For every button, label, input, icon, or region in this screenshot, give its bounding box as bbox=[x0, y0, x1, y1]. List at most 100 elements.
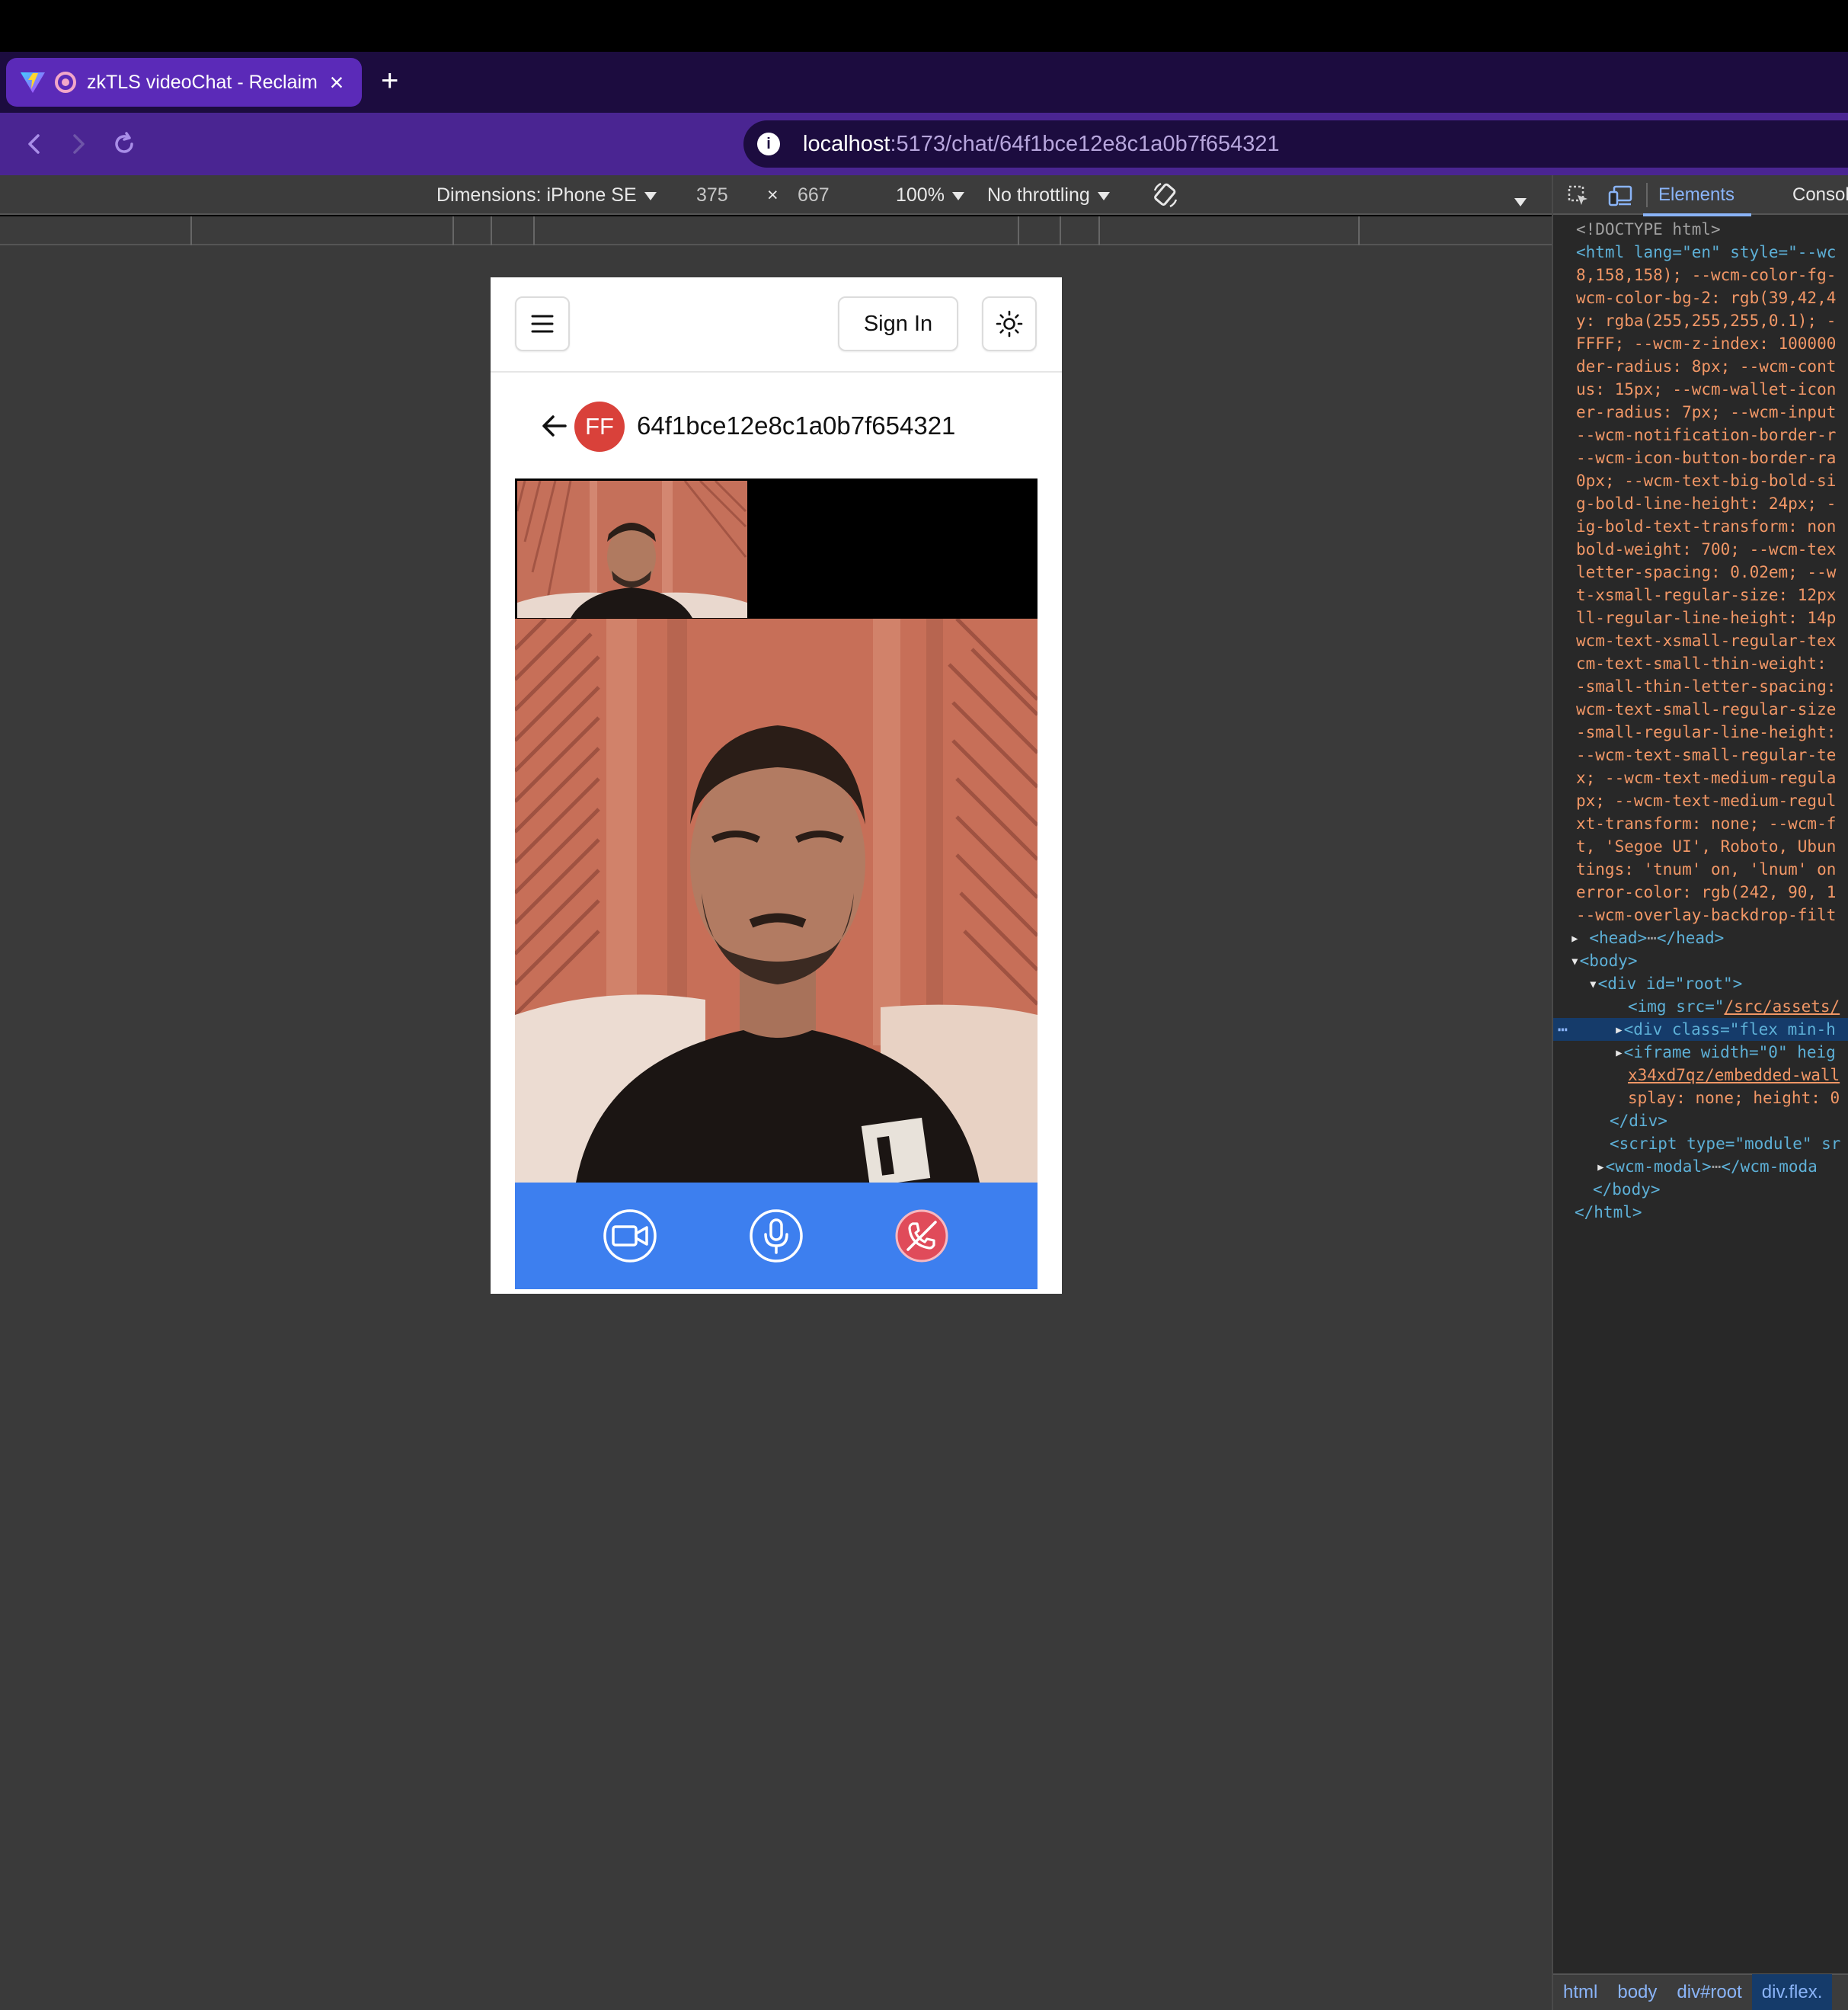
tab-strip: zkTLS videoChat - Reclaim × + bbox=[0, 52, 1848, 113]
dom-line[interactable]: --wcm-icon-button-border-ra bbox=[1553, 446, 1848, 469]
dom-line[interactable]: wcm-text-small-regular-size bbox=[1553, 698, 1848, 721]
back-icon[interactable] bbox=[17, 126, 52, 162]
address-bar[interactable]: i localhost:5173/chat/64f1bce12e8c1a0b7f… bbox=[743, 120, 1848, 168]
device-width-input[interactable]: 375 bbox=[696, 184, 728, 206]
new-tab-button[interactable]: + bbox=[381, 66, 398, 96]
dom-node-iframe[interactable]: ▸<iframe width="0" heig bbox=[1553, 1041, 1848, 1064]
dom-tag-div-flex: <div class="flex min-h bbox=[1623, 1020, 1836, 1039]
dom-node-script[interactable]: <script type="module" sr bbox=[1553, 1132, 1848, 1155]
reload-icon[interactable] bbox=[107, 126, 142, 162]
mobile-app-viewport: Sign In FF 64f1bce12e8c1a0b7f654321 bbox=[491, 277, 1062, 1294]
tab-elements[interactable]: Elements bbox=[1642, 184, 1752, 216]
menu-button[interactable] bbox=[515, 296, 570, 351]
rotate-icon[interactable] bbox=[1150, 180, 1181, 216]
device-toggle-icon[interactable] bbox=[1608, 184, 1632, 213]
dom-line[interactable]: g-bold-line-height: 24px; - bbox=[1553, 492, 1848, 515]
back-arrow-icon[interactable] bbox=[541, 413, 568, 443]
dom-line[interactable]: tings: 'tnum' on, 'lnum' on bbox=[1553, 858, 1848, 881]
more-icon[interactable]: ⋯ bbox=[1558, 1018, 1568, 1041]
dom-line[interactable]: 8,158,158); --wcm-color-fg- bbox=[1553, 264, 1848, 286]
dom-line[interactable]: wcm-text-xsmall-regular-tex bbox=[1553, 629, 1848, 652]
dom-iframe-src-link[interactable]: x34xd7qz/embedded-wall bbox=[1628, 1066, 1840, 1084]
forward-icon[interactable] bbox=[61, 126, 96, 162]
dom-html-close[interactable]: </html> bbox=[1553, 1201, 1848, 1224]
breadcrumb-html[interactable]: html bbox=[1553, 1982, 1607, 2003]
dom-tag-script: <script type="module" sr bbox=[1610, 1135, 1841, 1153]
dom-line[interactable]: bold-weight: 700; --wcm-tex bbox=[1553, 538, 1848, 561]
dom-line[interactable]: us: 15px; --wcm-wallet-icon bbox=[1553, 378, 1848, 401]
dom-line[interactable]: px; --wcm-text-medium-regul bbox=[1553, 789, 1848, 812]
dom-line[interactable]: xt-transform: none; --wcm-f bbox=[1553, 812, 1848, 835]
app-header: Sign In bbox=[491, 277, 1062, 373]
chat-header: FF 64f1bce12e8c1a0b7f654321 bbox=[491, 399, 1062, 453]
breadcrumb-body[interactable]: body bbox=[1607, 1982, 1667, 2003]
throttling-label: No throttling bbox=[987, 184, 1090, 206]
dom-tag-iframe: <iframe width="0" heig bbox=[1623, 1043, 1836, 1061]
dom-iframe-src[interactable]: x34xd7qz/embedded-wall bbox=[1553, 1064, 1848, 1087]
dom-line[interactable]: cm-text-small-thin-weight: bbox=[1553, 652, 1848, 675]
chevron-down-icon bbox=[644, 191, 657, 200]
dom-node-wcm-modal[interactable]: ▸<wcm-modal>⋯</wcm-moda bbox=[1553, 1155, 1848, 1178]
dom-node-selected[interactable]: ⋯ ▸<div class="flex min-h bbox=[1553, 1018, 1848, 1041]
end-call-button[interactable] bbox=[894, 1208, 949, 1263]
dom-line[interactable]: wcm-color-bg-2: rgb(39,42,4 bbox=[1553, 286, 1848, 309]
browser-tab-active[interactable]: zkTLS videoChat - Reclaim × bbox=[6, 58, 362, 107]
tab-console[interactable]: Consol bbox=[1792, 184, 1848, 206]
tab-title: zkTLS videoChat - Reclaim bbox=[87, 71, 318, 93]
site-info-icon[interactable]: i bbox=[757, 133, 780, 155]
dom-line[interactable]: <!DOCTYPE html> bbox=[1553, 218, 1848, 241]
dom-line[interactable]: error-color: rgb(242, 90, 1 bbox=[1553, 881, 1848, 904]
chevron-down-icon bbox=[1097, 191, 1110, 200]
tab-close-icon[interactable]: × bbox=[325, 70, 348, 94]
dom-iframe-style: splay: none; height: 0 bbox=[1553, 1087, 1848, 1109]
inspect-element-icon[interactable] bbox=[1567, 184, 1590, 213]
address-path: :5173/chat/64f1bce12e8c1a0b7f654321 bbox=[890, 131, 1280, 156]
sign-in-button[interactable]: Sign In bbox=[838, 296, 958, 351]
dom-tag-wcm-modal: <wcm-modal> bbox=[1605, 1157, 1712, 1176]
dom-body-close[interactable]: </body> bbox=[1553, 1178, 1848, 1201]
more-options-icon[interactable] bbox=[1514, 190, 1527, 213]
breadcrumb-div-flex[interactable]: div.flex. bbox=[1751, 1974, 1833, 2010]
device-dimensions-select[interactable]: Dimensions: iPhone SE bbox=[436, 184, 657, 206]
vite-logo-icon bbox=[21, 72, 45, 93]
dom-line[interactable]: 0px; --wcm-text-big-bold-si bbox=[1553, 469, 1848, 492]
dom-line[interactable]: --wcm-notification-border-r bbox=[1553, 424, 1848, 446]
media-query-ruler[interactable] bbox=[0, 216, 1552, 245]
dom-line[interactable]: x; --wcm-text-medium-regula bbox=[1553, 767, 1848, 789]
throttling-select[interactable]: No throttling bbox=[987, 184, 1110, 206]
dom-tree[interactable]: <!DOCTYPE html> <html lang="en" style="-… bbox=[1553, 218, 1848, 1932]
dom-line[interactable]: y: rgba(255,255,255,0.1); - bbox=[1553, 309, 1848, 332]
dom-line[interactable]: --wcm-text-small-regular-te bbox=[1553, 744, 1848, 767]
dom-node-head[interactable]: ▸ <head>⋯</head> bbox=[1553, 927, 1848, 949]
dom-tag-head-close: </head> bbox=[1656, 929, 1725, 947]
dom-tag-div-close: </div> bbox=[1610, 1112, 1667, 1130]
dom-line[interactable]: t, 'Segoe UI', Roboto, Ubun bbox=[1553, 835, 1848, 858]
dom-line[interactable]: t-xsmall-regular-size: 12px bbox=[1553, 584, 1848, 607]
toggle-microphone-button[interactable] bbox=[749, 1208, 804, 1263]
dom-line[interactable]: -small-thin-letter-spacing: bbox=[1553, 675, 1848, 698]
dom-div-close[interactable]: </div> bbox=[1553, 1109, 1848, 1132]
dom-tag-head: <head> bbox=[1589, 929, 1648, 947]
toggle-camera-button[interactable] bbox=[603, 1208, 657, 1263]
dom-line[interactable]: der-radius: 8px; --wcm-cont bbox=[1553, 355, 1848, 378]
dom-line[interactable]: --wcm-overlay-backdrop-filt bbox=[1553, 904, 1848, 927]
dom-line[interactable]: ig-bold-text-transform: non bbox=[1553, 515, 1848, 538]
dom-line[interactable]: letter-spacing: 0.02em; --w bbox=[1553, 561, 1848, 584]
browser-window: zkTLS videoChat - Reclaim × + i localhos… bbox=[0, 0, 1848, 2010]
dom-node-img[interactable]: <img src="/src/assets/ bbox=[1553, 995, 1848, 1018]
dom-img-src-link[interactable]: /src/assets/ bbox=[1724, 997, 1840, 1016]
dom-node-root[interactable]: ▾<div id="root"> bbox=[1553, 972, 1848, 995]
dom-line[interactable]: ll-regular-line-height: 14p bbox=[1553, 607, 1848, 629]
dom-line[interactable]: -small-regular-line-height: bbox=[1553, 721, 1848, 744]
dom-line[interactable]: FFFF; --wcm-z-index: 100000 bbox=[1553, 332, 1848, 355]
microphone-icon bbox=[750, 1209, 803, 1263]
breadcrumb-root[interactable]: div#root bbox=[1667, 1982, 1751, 2003]
dom-line[interactable]: <html lang="en" style="--wc bbox=[1553, 241, 1848, 264]
device-height-input[interactable]: 667 bbox=[798, 184, 830, 206]
dom-line[interactable]: er-radius: 7px; --wcm-input bbox=[1553, 401, 1848, 424]
dimension-times-icon: × bbox=[767, 184, 779, 206]
theme-toggle-button[interactable] bbox=[982, 296, 1037, 351]
zoom-select[interactable]: 100% bbox=[896, 184, 964, 206]
dom-tag-wcm-modal-close: </wcm-moda bbox=[1721, 1157, 1818, 1176]
dom-node-body[interactable]: ▾<body> bbox=[1553, 949, 1848, 972]
